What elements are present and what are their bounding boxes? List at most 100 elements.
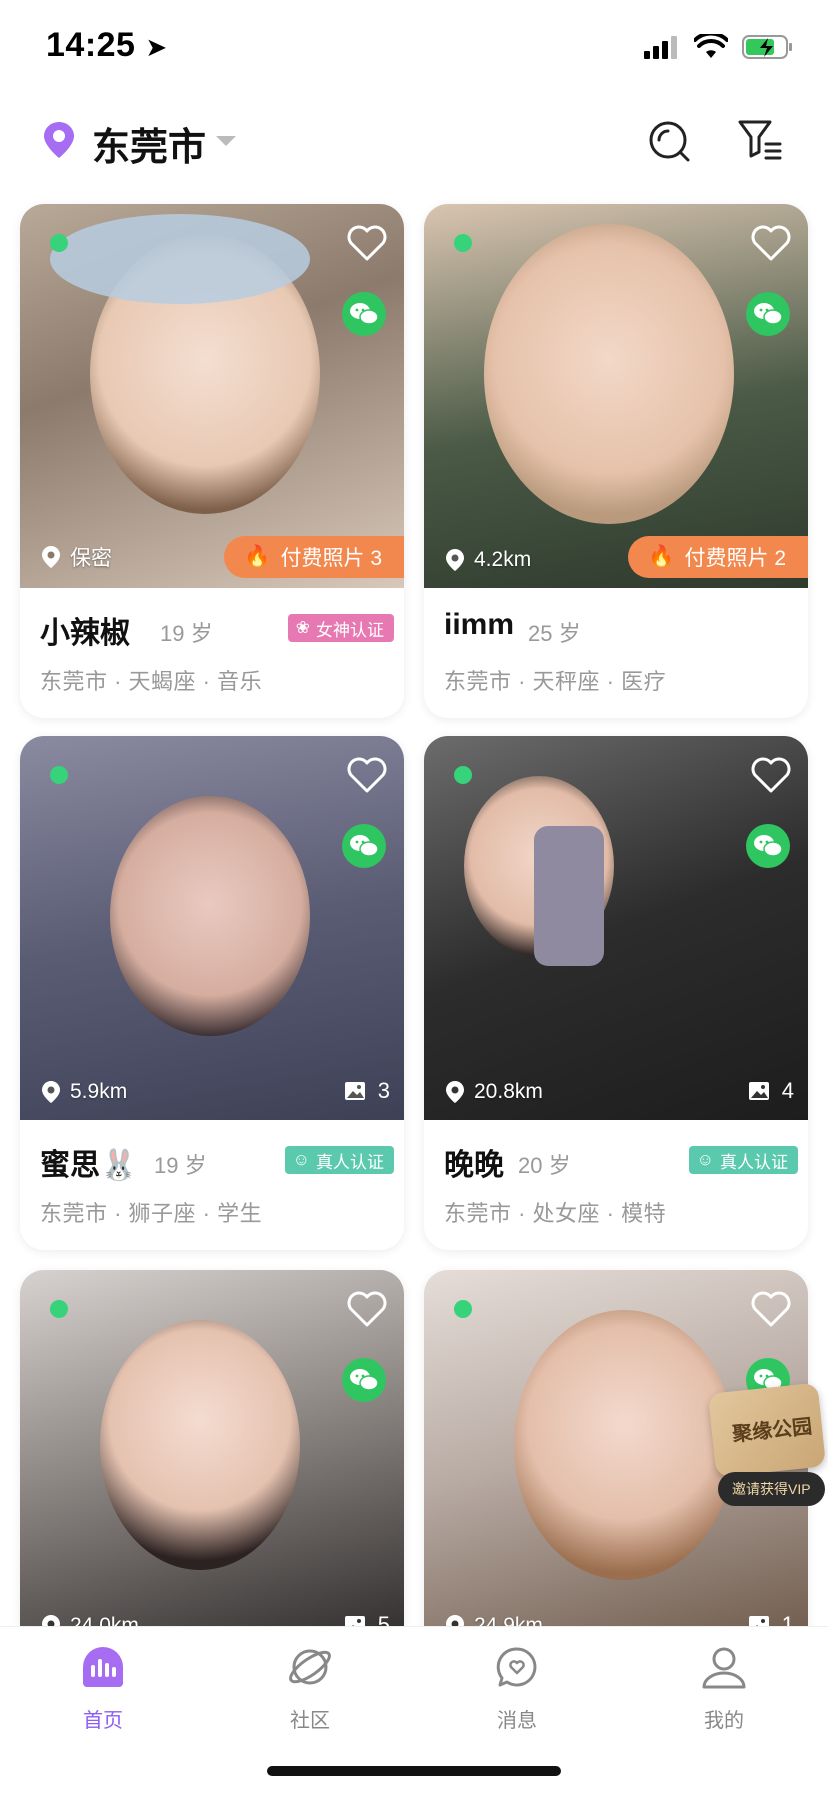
profile-info: 蜜思🐰 19 岁 ☺ 真人认证 东莞市 · 狮子座 · 学生 (20, 1120, 404, 1250)
smile-icon: ☺ (292, 1150, 310, 1169)
profile-name: 蜜思🐰 (40, 1149, 138, 1182)
distance-text: 20.8km (474, 1080, 543, 1103)
profile-subtitle: 东莞市 · 天蝎座 · 音乐 (40, 669, 263, 694)
profile-photo[interactable]: 20.8km 4 (424, 736, 808, 1120)
tab-label: 首页 (83, 1710, 123, 1732)
online-indicator (454, 766, 472, 784)
status-time-text: 14:25 (46, 26, 136, 64)
profile-card[interactable]: 4.2km 🔥 付费照片 2 iimm 25 岁 东莞市 · 天秤座 · 医疗 (424, 204, 808, 718)
filter-icon[interactable] (736, 116, 784, 164)
tab-community[interactable]: 社区 (250, 1643, 370, 1733)
real-person-cert-badge: ☺ 真人认证 (284, 1146, 394, 1174)
distance-text: 4.2km (474, 548, 532, 571)
online-indicator (454, 1300, 472, 1318)
location-pin-icon (42, 546, 60, 568)
paid-photos-badge[interactable]: 🔥 付费照片 2 (628, 536, 808, 578)
battery-charging-icon (742, 35, 792, 59)
photo-count: 3 (344, 1078, 390, 1104)
cert-text: 女神认证 (316, 620, 384, 640)
home-icon (83, 1647, 123, 1687)
distance-text: 5.9km (70, 1080, 128, 1103)
profile-age: 19 岁 (160, 621, 213, 646)
location-pin-icon (42, 1081, 60, 1103)
profile-subtitle: 东莞市 · 狮子座 · 学生 (40, 1201, 263, 1226)
real-person-cert-badge: ☺ 真人认证 (688, 1146, 798, 1174)
profile-info: iimm 25 岁 东莞市 · 天秤座 · 医疗 (424, 588, 808, 718)
distance-label: 4.2km (446, 548, 531, 572)
online-indicator (50, 1300, 68, 1318)
fire-icon: 🔥 (244, 545, 271, 568)
profile-name: 晚晚 (444, 1149, 504, 1182)
wechat-icon[interactable] (746, 292, 790, 336)
profile-age: 20 岁 (518, 1153, 571, 1178)
city-selector[interactable]: 东莞市 (92, 116, 206, 171)
goddess-cert-badge: ❀ 女神认证 (287, 614, 394, 642)
online-indicator (50, 234, 68, 252)
tab-label: 社区 (290, 1710, 330, 1732)
distance-label: 保密 (42, 542, 112, 572)
profile-age: 19 岁 (154, 1153, 207, 1178)
chevron-down-icon[interactable] (216, 136, 236, 146)
message-icon (496, 1647, 537, 1687)
wechat-icon[interactable] (342, 1358, 386, 1402)
wechat-icon[interactable] (342, 824, 386, 868)
profile-name: 小辣椒 (40, 617, 130, 650)
profile-name: iimm (444, 608, 515, 641)
status-time: 14:25 ➤ (46, 26, 168, 65)
distance-text: 保密 (70, 547, 112, 570)
wechat-icon[interactable] (746, 824, 790, 868)
profile-card[interactable]: 20.8km 4 晚晚 20 岁 ☺ 真人认证 东莞市 · 处女座 · 模特 (424, 736, 808, 1250)
wechat-icon[interactable] (342, 292, 386, 336)
paid-photos-text: 付费照片 2 (684, 547, 786, 570)
profile-age: 25 岁 (528, 621, 581, 646)
tab-messages[interactable]: 消息 (457, 1643, 577, 1733)
profile-photo[interactable]: 4.2km 🔥 付费照片 2 (424, 204, 808, 588)
heart-icon[interactable] (750, 1290, 792, 1328)
profile-info: 小辣椒 19 岁 ❀ 女神认证 东莞市 · 天蝎座 · 音乐 (20, 588, 404, 718)
location-pin-icon (44, 122, 74, 158)
profile-photo[interactable]: 保密 🔥 付费照片 3 (20, 204, 404, 588)
search-icon[interactable] (646, 118, 694, 166)
home-indicator[interactable] (267, 1766, 561, 1776)
invite-vip-button[interactable]: 邀请获得VIP (718, 1472, 825, 1506)
location-pin-icon (446, 1081, 464, 1103)
tab-label: 我的 (704, 1710, 744, 1732)
online-indicator (50, 766, 68, 784)
profile-photo[interactable]: 5.9km 3 (20, 736, 404, 1120)
goddess-icon: ❀ (295, 618, 310, 637)
profile-card[interactable]: 保密 🔥 付费照片 3 小辣椒 19 岁 ❀ 女神认证 东莞市 · 天蝎座 · … (20, 204, 404, 718)
tab-profile[interactable]: 我的 (664, 1643, 784, 1733)
cert-text: 真人认证 (720, 1152, 788, 1172)
fire-icon: 🔥 (648, 545, 675, 568)
profile-info: 晚晚 20 岁 ☺ 真人认证 东莞市 · 处女座 · 模特 (424, 1120, 808, 1250)
heart-icon[interactable] (346, 1290, 388, 1328)
location-pin-icon (446, 549, 464, 571)
photo-count: 4 (748, 1078, 794, 1104)
wifi-icon (694, 34, 728, 58)
cellular-signal-icon (644, 36, 677, 59)
image-icon (344, 1082, 365, 1100)
tab-label: 消息 (497, 1710, 537, 1732)
heart-icon[interactable] (750, 224, 792, 262)
heart-icon[interactable] (346, 756, 388, 794)
planet-icon (289, 1649, 331, 1685)
heart-icon[interactable] (346, 224, 388, 262)
image-icon (748, 1082, 769, 1100)
distance-label: 20.8km (446, 1080, 543, 1104)
online-indicator (454, 234, 472, 252)
profile-icon (702, 1647, 746, 1689)
paid-photos-text: 付费照片 3 (280, 547, 382, 570)
tab-home[interactable]: 首页 (43, 1643, 163, 1733)
profile-photo[interactable]: 24.0km 5 (20, 1270, 404, 1654)
photo-count-text: 4 (781, 1078, 794, 1103)
heart-icon[interactable] (750, 756, 792, 794)
cert-text: 真人认证 (316, 1152, 384, 1172)
status-indicators (644, 34, 794, 60)
smile-icon: ☺ (696, 1150, 714, 1169)
photo-count-text: 3 (377, 1078, 390, 1103)
profile-subtitle: 东莞市 · 处女座 · 模特 (444, 1201, 667, 1226)
distance-label: 5.9km (42, 1080, 127, 1104)
paid-photos-badge[interactable]: 🔥 付费照片 3 (224, 536, 404, 578)
profile-subtitle: 东莞市 · 天秤座 · 医疗 (444, 669, 667, 694)
profile-card[interactable]: 5.9km 3 蜜思🐰 19 岁 ☺ 真人认证 东莞市 · 狮子座 · 学生 (20, 736, 404, 1250)
